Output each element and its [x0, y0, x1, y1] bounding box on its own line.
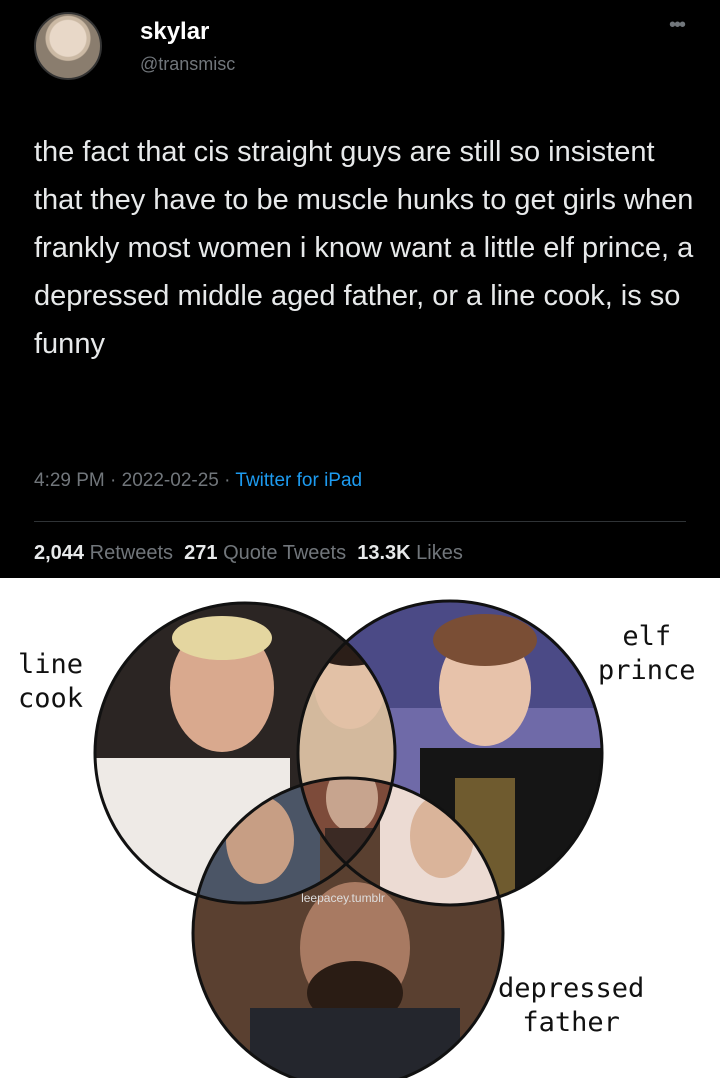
label-line-cook: line cook	[18, 648, 83, 716]
quotes-count: 271	[184, 542, 218, 564]
ellipsis-icon[interactable]: •••	[669, 14, 686, 37]
retweets-label: Retweets	[89, 542, 173, 564]
tweet-date[interactable]: 2022-02-25	[122, 470, 219, 491]
quotes-stat[interactable]: 271 Quote Tweets	[184, 542, 346, 564]
tweet-card: skylar @transmisc ••• the fact that cis …	[0, 0, 720, 578]
quotes-label: Quote Tweets	[223, 542, 347, 564]
watermark-text: leepacey.tumblr	[301, 891, 385, 905]
user-handle[interactable]: @transmisc	[140, 54, 235, 75]
retweets-count: 2,044	[34, 542, 85, 564]
retweets-stat[interactable]: 2,044 Retweets	[34, 542, 173, 564]
label-depressed-father-1: depressed	[498, 973, 645, 1004]
likes-label: Likes	[416, 542, 463, 564]
label-elf-prince-2: prince	[598, 655, 696, 686]
tweet-stats: 2,044 Retweets 271 Quote Tweets 13.3K Li…	[34, 542, 463, 565]
label-depressed-father: depressed father	[498, 972, 644, 1040]
label-line-cook-1: line	[18, 649, 84, 680]
divider	[34, 521, 686, 522]
venn-diagram-image: leepacey.tumblr line cook elf prince dep…	[0, 578, 720, 1083]
display-name[interactable]: skylar	[140, 18, 209, 46]
likes-count: 13.3K	[357, 542, 411, 564]
label-elf-prince-1: elf	[622, 621, 672, 652]
tweet-meta: 4:29 PM · 2022-02-25 · Twitter for iPad	[34, 470, 363, 491]
label-depressed-father-2: father	[522, 1007, 620, 1038]
tweet-text: the fact that cis straight guys are stil…	[34, 136, 694, 360]
label-line-cook-2: cook	[18, 683, 84, 714]
avatar[interactable]	[34, 12, 102, 80]
label-elf-prince: elf prince	[598, 620, 696, 688]
likes-stat[interactable]: 13.3K Likes	[357, 542, 463, 564]
tweet-source-link[interactable]: Twitter for iPad	[235, 470, 362, 491]
tweet-time[interactable]: 4:29 PM	[34, 470, 105, 491]
